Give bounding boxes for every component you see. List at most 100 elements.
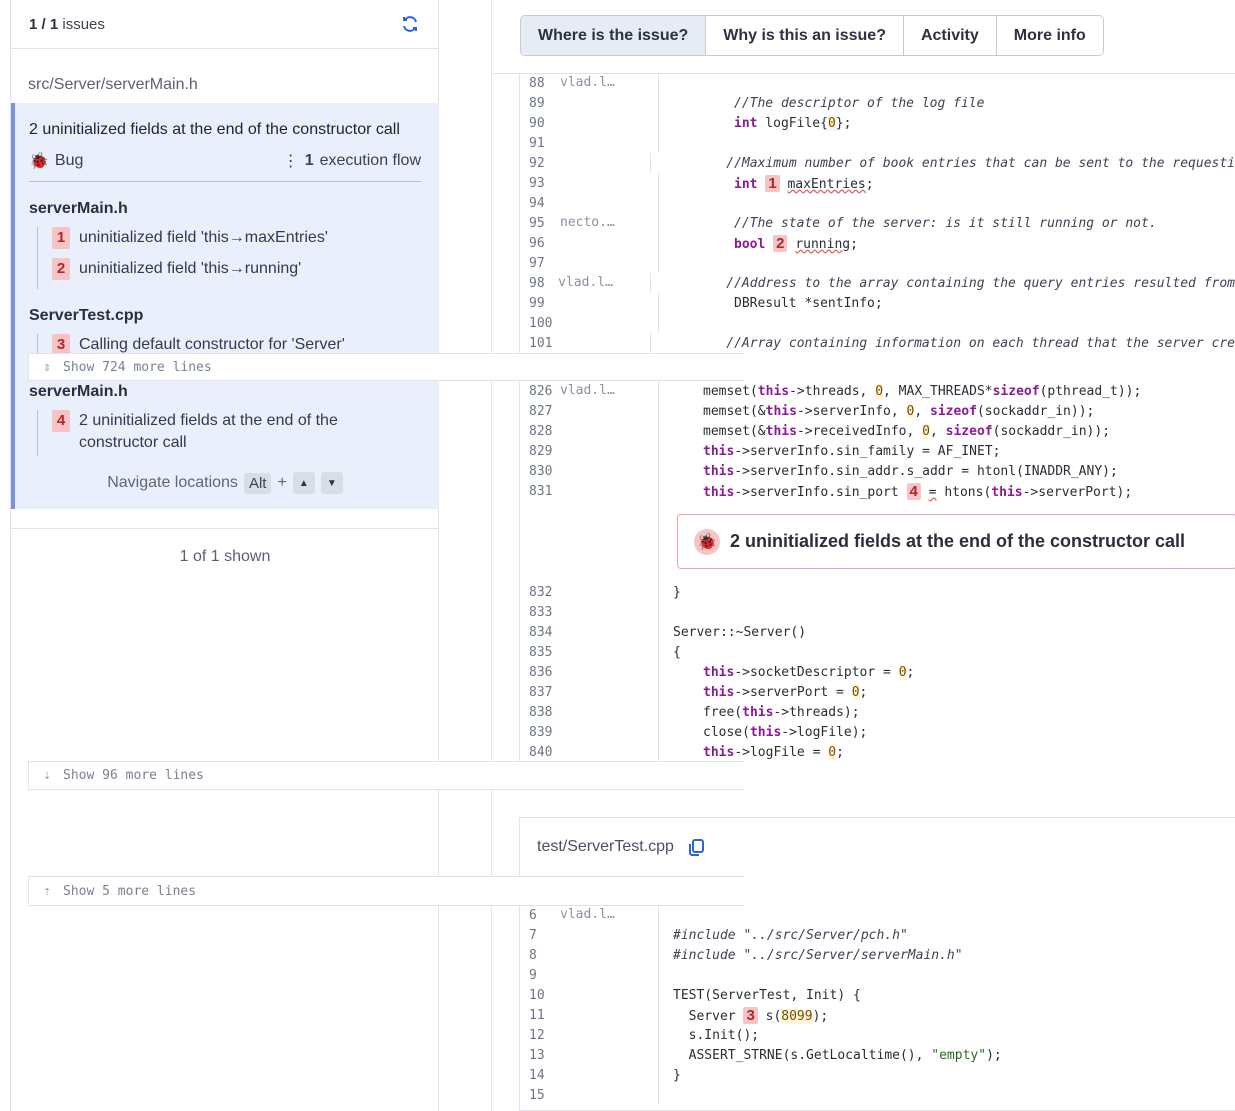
navigate-locations: Navigate locations Alt + ▲ ▼ [29, 472, 421, 494]
issue-type: Bug [54, 152, 84, 169]
code-line: 93 int 1 maxEntries; [520, 173, 1235, 193]
code-block: 826 vlad.l… memset(this->threads, 0, MAX_T… [519, 381, 1235, 762]
arrow-up-icon[interactable]: ▲ [292, 472, 315, 494]
code-text: Server::~Server() [673, 624, 807, 640]
line-number: 96 [529, 235, 545, 251]
code-line: 13 ASSERT_STRNE(s.GetLocaltime(), "empty… [520, 1045, 1235, 1065]
code-line: 92 //Maximum number of book entries that … [520, 153, 1235, 173]
blame-author [560, 722, 659, 742]
code-text: Server 3 s(8099); [673, 1006, 829, 1024]
line-number: 7 [529, 927, 537, 943]
line-number: 95 [529, 215, 545, 231]
flow-group-file: serverMain.h [29, 383, 128, 400]
tab-where[interactable]: Where is the issue? [521, 16, 707, 55]
code-line: 99 DBResult *sentInfo; [520, 293, 1235, 313]
blame-author [558, 153, 652, 173]
code-line: 839 close(this->logFile); [520, 722, 1235, 742]
line-number: 90 [529, 115, 545, 131]
blame-author: vlad.l… [560, 381, 659, 401]
line-number: 8 [529, 947, 537, 963]
code-text: TEST(ServerTest, Init) { [673, 987, 861, 1003]
tab-more-info[interactable]: More info [996, 16, 1103, 55]
code-line: 828 memset(&this->receivedInfo, 0, sizeof… [520, 421, 1235, 441]
issue-card[interactable]: 2 uninitialized fields at the end of the… [11, 103, 439, 509]
location-marker[interactable]: 1 [765, 174, 780, 192]
blame-author [560, 173, 659, 193]
line-number: 14 [529, 1067, 545, 1083]
blame-author [560, 93, 659, 113]
line-number: 9 [529, 967, 537, 983]
tab-activity[interactable]: Activity [903, 16, 997, 55]
code-line: 97 [520, 253, 1235, 273]
blame-author [560, 662, 659, 682]
show-more-lines-button[interactable]: ⇕ Show 724 more lines [28, 353, 744, 381]
code-line: 15 [520, 1085, 1235, 1105]
arrow-down-icon[interactable]: ▼ [320, 472, 343, 494]
code-line: 829 this->serverInfo.sin_family = AF_INET… [520, 441, 1235, 461]
location-marker[interactable]: 3 [743, 1006, 758, 1024]
blame-author [560, 582, 659, 602]
refresh-icon[interactable] [400, 14, 420, 34]
blame-author [560, 642, 659, 662]
code-text: memset(&this->serverInfo, 0, sizeof(sock… [703, 403, 1095, 419]
code-line: 838 free(this->threads); [520, 702, 1235, 722]
line-number: 93 [529, 175, 545, 191]
blame-author [560, 965, 659, 985]
blame-author [560, 682, 659, 702]
code-text: memset(this->threads, 0, MAX_THREADS*siz… [703, 383, 1142, 399]
code-text: this->serverPort = 0; [703, 684, 868, 700]
code-line: 98 vlad.l… //Address to the array containi… [520, 273, 1235, 293]
location-marker[interactable]: 4 [906, 482, 921, 500]
code-block: 88 vlad.l… 89 //The descriptor of the log … [519, 73, 1235, 353]
code-text: //Array containing information on each t… [726, 335, 1235, 351]
code-text: } [673, 584, 681, 600]
issue-file-path: src/Server/serverMain.h [28, 76, 198, 93]
blame-author [558, 333, 652, 353]
expand-up-icon: ⇡ [43, 883, 51, 899]
issue-meta: 🐞 Bug ⋮ 1 execution flow [29, 151, 421, 182]
blame-author [560, 481, 659, 501]
flow-step[interactable]: 1 uninitialized field 'this→maxEntries' [52, 227, 421, 258]
tab-why[interactable]: Why is this an issue? [706, 16, 904, 55]
line-number: 10 [529, 987, 545, 1003]
line-number: 97 [529, 255, 545, 271]
code-text: //Address to the array containing the qu… [726, 275, 1235, 291]
expand-icon: ⇕ [43, 359, 51, 375]
location-marker[interactable]: 2 [773, 234, 788, 252]
show-more-lines-button[interactable]: ⇡ Show 5 more lines [28, 876, 744, 906]
line-number: 835 [529, 644, 553, 660]
blame-author [560, 461, 659, 481]
code-line: 101 //Array containing information on eac… [520, 333, 1235, 353]
flow-step[interactable]: 42 uninitialized fields at the end of th… [52, 410, 421, 456]
code-text: s.Init(); [673, 1027, 760, 1043]
blame-author [560, 233, 659, 253]
shown-count: 1 of 1 shown [11, 528, 439, 566]
code-line: 94 [520, 193, 1235, 213]
blame-author [560, 113, 659, 133]
line-number: 98 [529, 275, 545, 291]
issue-title[interactable]: 2 uninitialized fields at the end of the… [29, 121, 421, 139]
copy-icon[interactable] [686, 837, 706, 857]
execution-flow-toggle[interactable]: ⋮ 1 execution flow [283, 151, 421, 171]
flow-step[interactable]: 2 uninitialized field 'this→running' [52, 258, 421, 289]
blame-author [560, 441, 659, 461]
bug-icon: 🐞 [694, 528, 720, 555]
issue-message-box: 🐞 2 uninitialized fields at the end of t… [677, 514, 1235, 569]
blame-author [560, 253, 659, 273]
code-line: 836 this->socketDescriptor = 0; [520, 662, 1235, 682]
blame-author: vlad.l… [560, 73, 659, 93]
issues-panel: 1 / 1 issues src/Server/serverMain.h 2 u… [10, 0, 439, 1111]
blame-author [560, 1085, 659, 1105]
expand-down-icon: ⇣ [43, 768, 51, 783]
line-number: 834 [529, 624, 553, 640]
code-line: 9 [520, 965, 1235, 985]
blame-author: necto.… [560, 213, 659, 233]
issues-count-bar: 1 / 1 issues [11, 0, 438, 49]
blame-author [560, 421, 659, 441]
code-line: 827 memset(&this->serverInfo, 0, sizeof(s… [520, 401, 1235, 421]
line-number: 99 [529, 295, 545, 311]
line-number: 838 [529, 704, 553, 720]
show-more-lines-button[interactable]: ⇣ Show 96 more lines [28, 761, 744, 790]
code-text: #include "../src/Server/serverMain.h" [673, 947, 963, 963]
code-text: free(this->threads); [703, 704, 860, 720]
